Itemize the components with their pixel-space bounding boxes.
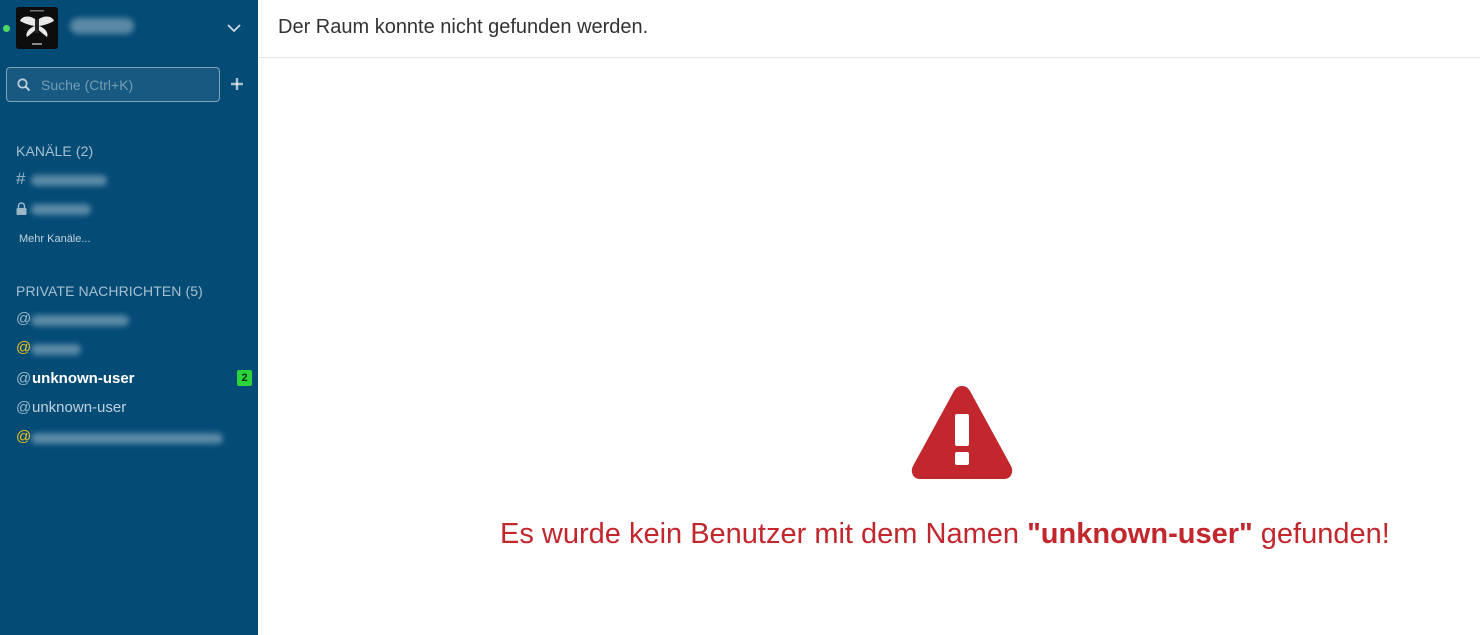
sidebar-channel-item[interactable]: #	[16, 169, 252, 190]
sidebar: KANÄLE (2) # Mehr Kanäle... PRIVATE NACH…	[0, 0, 258, 635]
error-message-suffix: gefunden!	[1252, 518, 1390, 550]
error-message-name: "unknown-user"	[1027, 518, 1253, 550]
hash-icon: #	[16, 169, 26, 188]
sidebar-dm-item[interactable]: @	[16, 428, 252, 448]
add-icon[interactable]	[230, 77, 244, 91]
search-box[interactable]	[6, 67, 220, 102]
online-status-icon	[3, 25, 10, 32]
at-icon: @	[16, 310, 32, 327]
avatar[interactable]	[16, 7, 58, 49]
at-icon: @	[16, 370, 32, 387]
lock-icon	[16, 202, 27, 215]
channels-section-title: KANÄLE (2)	[16, 143, 94, 159]
dm-name-redacted	[31, 433, 223, 444]
error-message-prefix: Es wurde kein Benutzer mit dem Namen	[500, 518, 1028, 550]
sidebar-channel-item[interactable]	[16, 199, 252, 219]
team-header[interactable]	[0, 0, 258, 56]
dm-name-redacted	[31, 315, 129, 326]
warning-icon	[911, 386, 1013, 479]
channel-name-redacted	[31, 175, 107, 186]
unread-badge: 2	[237, 370, 252, 386]
more-channels-link[interactable]: Mehr Kanäle...	[19, 233, 91, 245]
error-message: Es wurde kein Benutzer mit dem Namen "un…	[500, 518, 1390, 551]
at-icon: @	[16, 339, 32, 356]
chevron-down-icon[interactable]	[226, 20, 242, 36]
channel-name-redacted	[31, 204, 91, 215]
sidebar-dm-item[interactable]: @	[16, 310, 252, 330]
username	[70, 18, 134, 34]
dm-label: unknown-user	[32, 399, 127, 416]
dm-name-redacted	[31, 344, 81, 355]
dms-section-title: PRIVATE NACHRICHTEN (5)	[16, 283, 203, 299]
search-input[interactable]	[41, 68, 217, 101]
sidebar-dm-item[interactable]: @	[16, 339, 252, 359]
at-icon: @	[16, 428, 32, 445]
sidebar-dm-item-unknown-user-active[interactable]: @ unknown-user 2	[16, 370, 252, 390]
at-icon: @	[16, 399, 32, 416]
dm-label: unknown-user	[32, 370, 135, 387]
channel-header: Der Raum konnte nicht gefunden werden.	[258, 0, 1480, 58]
sidebar-dm-item-unknown-user[interactable]: @ unknown-user	[16, 399, 252, 419]
search-icon	[17, 78, 31, 92]
page-title: Der Raum konnte nicht gefunden werden.	[278, 16, 649, 38]
